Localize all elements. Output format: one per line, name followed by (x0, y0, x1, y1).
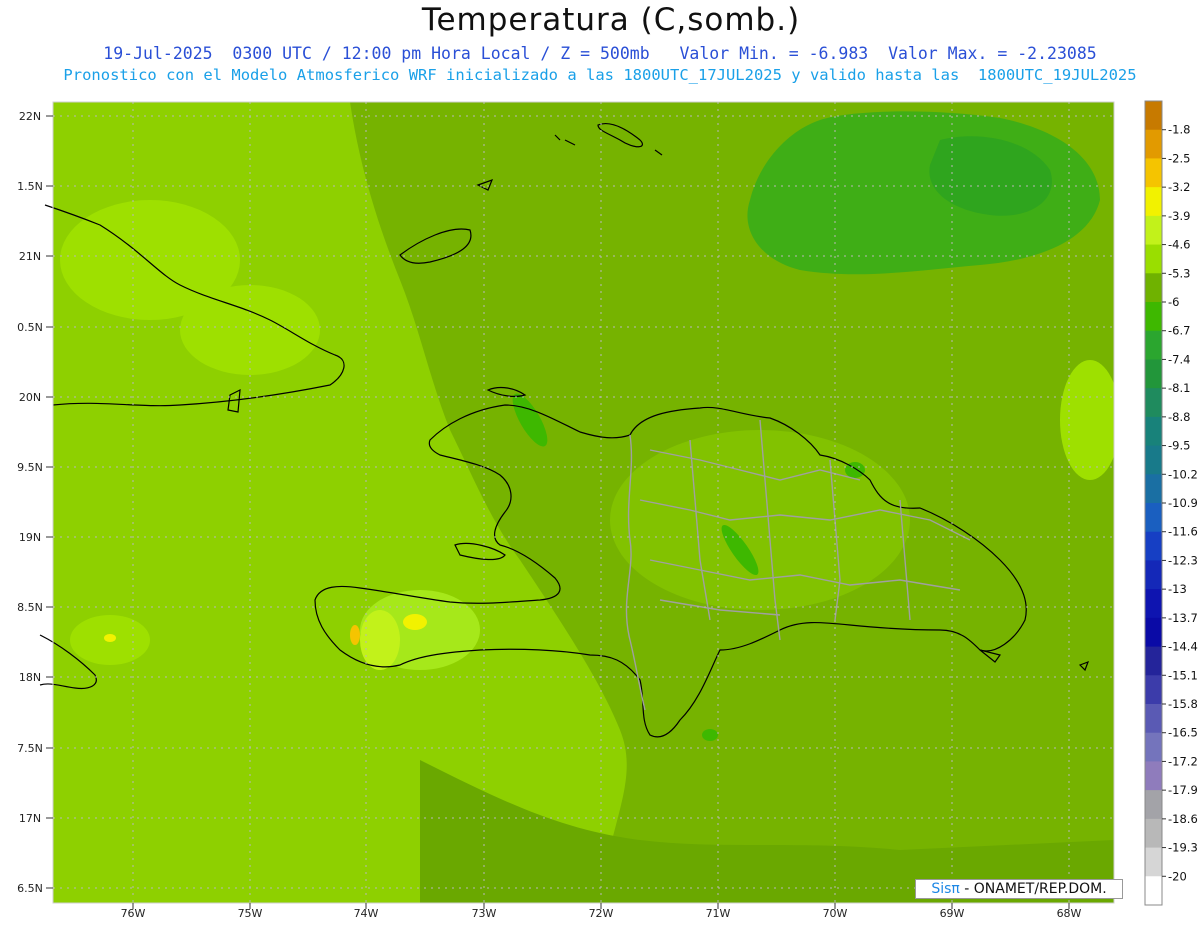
sis-logo-text: Sisπ (931, 881, 960, 897)
colorbar-swatch (1145, 675, 1162, 705)
colorbar-label: -3.9 (1168, 209, 1190, 223)
lat-label: 20N (19, 391, 41, 404)
colorbar-label: -9.5 (1168, 439, 1190, 453)
colorbar-swatch (1145, 847, 1162, 877)
colorbar-swatch (1145, 617, 1162, 648)
colorbar-label: -8.1 (1168, 381, 1190, 395)
credit-box: Sisπ - ONAMET/REP.DOM. (915, 879, 1123, 899)
colorbar-swatch (1145, 589, 1162, 619)
lat-label: 21N (19, 250, 41, 263)
lat-label: 1.5N (17, 180, 43, 193)
colorbar-label: -15.1 (1168, 668, 1198, 682)
longitude-ticks (132, 903, 1070, 909)
colorbar-label: -14.4 (1168, 640, 1198, 654)
lat-label: 17N (19, 812, 41, 825)
colorbar-label: -8.8 (1168, 410, 1190, 424)
latitude-ticks (46, 115, 53, 889)
colorbar-label: -3.2 (1168, 180, 1190, 194)
colorbar-swatch (1145, 531, 1162, 561)
colorbar-label: -13 (1168, 582, 1187, 596)
credit-text: - ONAMET/REP.DOM. (959, 881, 1107, 897)
colorbar-label: -13.7 (1168, 611, 1198, 625)
temperature-field (53, 102, 1114, 903)
colorbar-swatch (1145, 158, 1162, 188)
lat-label: 0.5N (17, 321, 43, 334)
colorbar-label: -12.3 (1168, 553, 1198, 567)
lat-label: 7.5N (17, 742, 43, 755)
colorbar-label: -19.3 (1168, 841, 1198, 855)
colorbar-swatch (1145, 244, 1162, 274)
colorbar-label: -5.3 (1168, 266, 1190, 280)
colorbar-label: -18.6 (1168, 812, 1198, 826)
colorbar-swatch (1145, 732, 1162, 762)
colorbar-label: -15.8 (1168, 697, 1198, 711)
colorbar-swatch (1145, 474, 1162, 504)
colorbar-swatch (1145, 215, 1162, 246)
colorbar-swatch (1145, 876, 1162, 906)
colorbar-swatch (1145, 646, 1162, 676)
colorbar-swatch (1145, 416, 1162, 447)
colorbar-label: -4.6 (1168, 238, 1190, 252)
colorbar-swatch (1145, 359, 1162, 389)
temperature-map: 22N 1.5N 21N 0.5N 20N 9.5N 19N 8.5N 18N … (17, 100, 1198, 920)
colorbar-swatch (1145, 129, 1162, 159)
colorbar-label: -17.9 (1168, 783, 1198, 797)
colorbar-label: -20 (1168, 869, 1187, 883)
colorbar-swatch (1145, 761, 1162, 791)
lat-label: 6.5N (17, 882, 43, 895)
lat-label: 9.5N (17, 461, 43, 474)
colorbar-swatch (1145, 560, 1162, 590)
colorbar-swatch (1145, 790, 1162, 820)
colorbar-swatch (1145, 273, 1162, 303)
colorbar-swatch (1145, 101, 1162, 131)
colorbar-label: -2.5 (1168, 151, 1190, 165)
colorbar-swatch (1145, 704, 1162, 734)
colorbar-label: -10.9 (1168, 496, 1198, 510)
colorbar-label: -11.6 (1168, 525, 1198, 539)
colorbar-label: -1.8 (1168, 123, 1190, 137)
colorbar-swatch (1145, 445, 1162, 475)
colorbar-swatch (1145, 187, 1162, 217)
colorbar-label: -10.2 (1168, 467, 1198, 481)
colorbar-swatch (1145, 818, 1162, 849)
colorbar-swatch (1145, 503, 1162, 533)
colorbar-swatch (1145, 302, 1162, 332)
colorbar-swatch (1145, 388, 1162, 418)
lat-label: 19N (19, 531, 41, 544)
latitude-axis: 22N 1.5N 21N 0.5N 20N 9.5N 19N 8.5N 18N … (17, 110, 43, 895)
colorbar-label: -17.2 (1168, 754, 1198, 768)
lat-label: 18N (19, 671, 41, 684)
lat-label: 8.5N (17, 601, 43, 614)
colorbar: -1.8 -2.5 -3.2 -3.9 -4.6 -5.3 -6 -6.7 -7.4 -8.1 -8… (1144, 100, 1198, 906)
colorbar-label: -7.4 (1168, 352, 1190, 366)
colorbar-label: -16.5 (1168, 726, 1198, 740)
colorbar-label: -6.7 (1168, 324, 1190, 338)
colorbar-swatch (1145, 330, 1162, 360)
lat-label: 22N (19, 110, 41, 123)
colorbar-label: -6 (1168, 295, 1179, 309)
